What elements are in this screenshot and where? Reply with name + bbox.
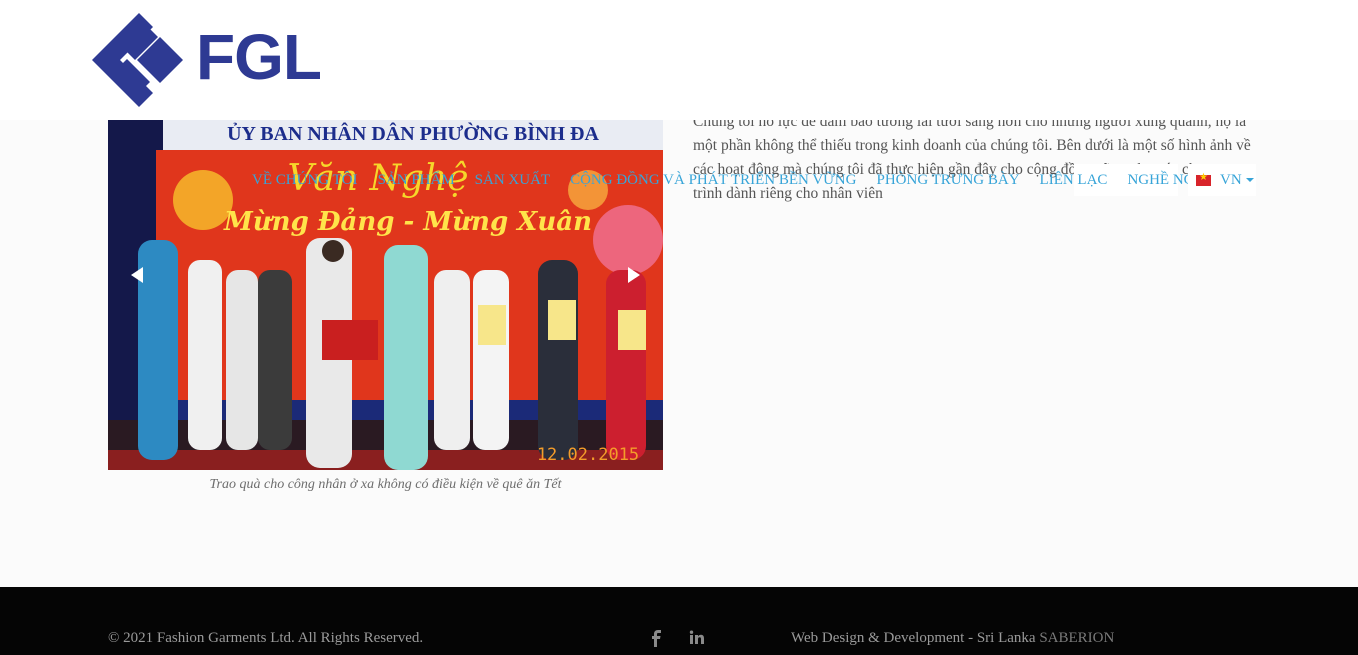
nav-item-label: SẢN XUẤT [474, 171, 551, 188]
facebook-link[interactable] [648, 629, 666, 647]
main-nav: VỀ CHÚNG TÔI SẢN PHẨM SẢN XUẤT CỘNG ĐỒNG… [252, 166, 1260, 194]
linkedin-icon [689, 630, 704, 644]
language-label: VN [1220, 171, 1242, 188]
nav-item-label: CỘNG ĐỒNG VÀ PHÁT TRIỂN BỀN VỮNG [570, 171, 857, 188]
nav-item-contact[interactable]: LIÊN LẠC [1040, 172, 1108, 189]
nav-item-label: SẢN PHẨM [377, 171, 455, 188]
copyright-text: © 2021 Fashion Garments Ltd. All Rights … [108, 630, 424, 646]
nav-item-products[interactable]: SẢN PHẨM [378, 172, 455, 189]
slide-prev-button[interactable] [123, 263, 151, 287]
credit-label: Web Design & Development - Sri Lanka [791, 630, 1040, 646]
saberion-link[interactable]: SABERION [1039, 630, 1114, 646]
nav-item-showroom[interactable]: PHÒNG TRƯNG BÀY [876, 172, 1019, 189]
nav-item-community[interactable]: CỘNG ĐỒNG VÀ PHÁT TRIỂN BỀN VỮNG [570, 172, 856, 189]
slide-date-stamp: 12.02.2015 [537, 445, 639, 465]
slide-banner-line: Mừng Đảng - Mừng Xuân [223, 207, 592, 237]
slide-banner-top: ỦY BAN NHÂN DÂN PHƯỜNG BÌNH ĐA [227, 121, 599, 145]
arrow-left-icon [131, 267, 143, 283]
brand-name: FGL [196, 21, 322, 93]
facebook-icon [652, 630, 661, 647]
site-footer: © 2021 Fashion Garments Ltd. All Rights … [0, 587, 1358, 655]
slide-next-button[interactable] [620, 263, 648, 287]
nav-item-label: LIÊN LẠC [1039, 171, 1108, 188]
slide-caption: Trao quà cho công nhân ở xa không có điề… [209, 477, 562, 492]
fgl-logo-icon [92, 13, 183, 107]
vietnam-flag-icon [1196, 172, 1211, 186]
site-header: FGL [0, 0, 1358, 120]
fgl-logo[interactable]: FGL [92, 13, 322, 107]
arrow-right-icon [628, 267, 640, 283]
chevron-down-icon [1245, 178, 1254, 182]
nav-item-label: PHÒNG TRƯNG BÀY [876, 171, 1020, 188]
language-selector[interactable]: VN [1188, 164, 1256, 196]
nav-item-manufacturing[interactable]: SẢN XUẤT [475, 172, 550, 189]
nav-item-label: VỀ CHÚNG TÔI [252, 171, 358, 188]
credit-text: Web Design & Development - Sri Lanka SAB… [791, 630, 1114, 647]
nav-item-about[interactable]: VỀ CHÚNG TÔI [252, 172, 358, 189]
linkedin-link[interactable] [688, 629, 706, 647]
language-item: VN [1196, 172, 1254, 189]
